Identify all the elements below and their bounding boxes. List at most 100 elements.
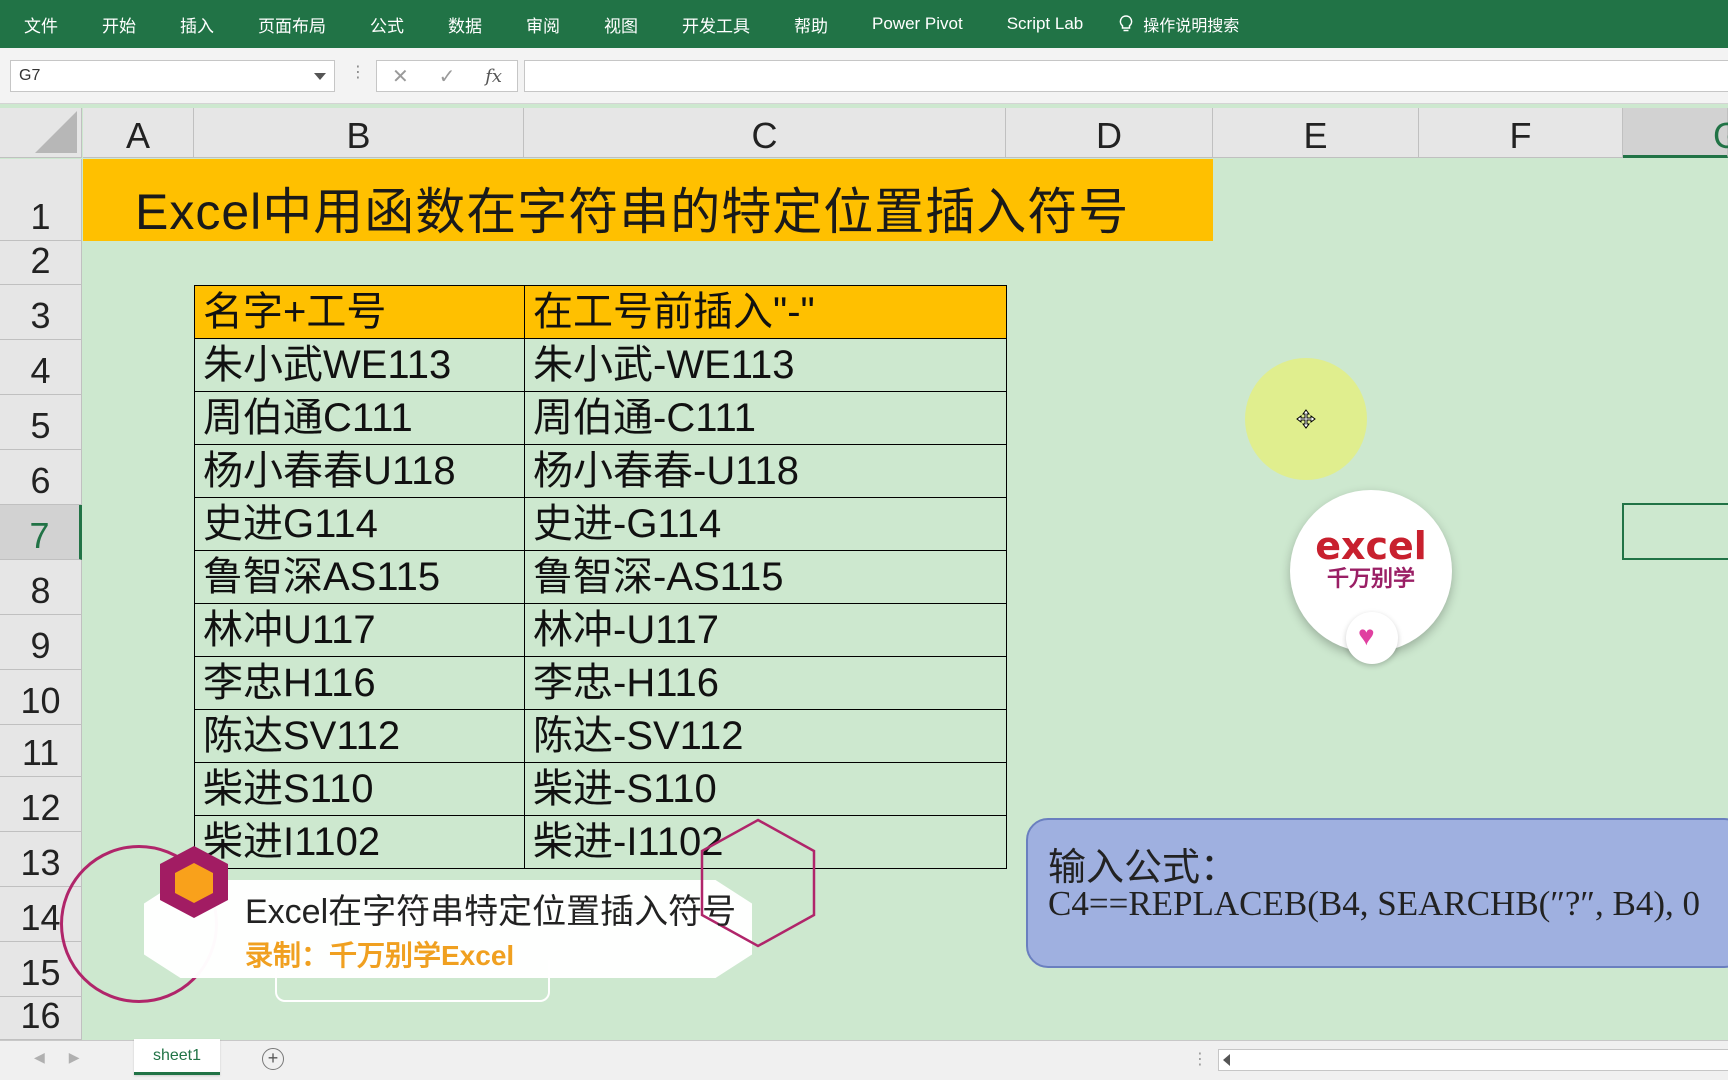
cell-b[interactable]: 柴进S110 xyxy=(194,762,525,816)
cell-b[interactable]: 柴进I1102 xyxy=(194,815,525,869)
table-row: 柴进I1102 柴进-I1102 xyxy=(194,815,1007,869)
tell-me-label: 操作说明搜索 xyxy=(1143,18,1240,35)
column-header-c[interactable]: C xyxy=(524,108,1006,158)
sheet-tab-bar: ◀▶ sheet1 + ⋮ xyxy=(0,1039,1728,1080)
table-row: 陈达SV112 陈达-SV112 xyxy=(194,709,1007,763)
splitter-handle-icon[interactable]: ⋮ xyxy=(1192,1049,1208,1069)
formula-bar: G7 ⋮ ✕ ✓ fx xyxy=(0,48,1728,104)
tab-home[interactable]: 开始 xyxy=(102,12,136,37)
table-row: 鲁智深AS115 鲁智深-AS115 xyxy=(194,550,1007,604)
table-row: 周伯通C111 周伯通-C111 xyxy=(194,391,1007,445)
row-header-11[interactable]: 11 xyxy=(0,725,82,777)
heart-badge: ♥ xyxy=(1346,612,1398,664)
table-header-row: 名字+工号 在工号前插入"-" xyxy=(194,285,1007,339)
cell-b[interactable]: 周伯通C111 xyxy=(194,391,525,445)
column-header-g[interactable]: G xyxy=(1623,108,1728,158)
cancel-icon[interactable]: ✕ xyxy=(392,64,409,89)
cell-c[interactable]: 林冲-U117 xyxy=(524,603,1007,657)
cell-c[interactable]: 史进-G114 xyxy=(524,497,1007,551)
formula-callout: 输入公式： C4==REPLACEB(B4, SEARCHB(″?″, B4),… xyxy=(1026,818,1728,968)
ribbon-tab-bar: 文件 开始 插入 页面布局 公式 数据 审阅 视图 开发工具 帮助 Power … xyxy=(0,0,1728,48)
table-row: 林冲U117 林冲-U117 xyxy=(194,603,1007,657)
scroll-left-icon[interactable] xyxy=(1223,1054,1230,1066)
tab-page-layout[interactable]: 页面布局 xyxy=(258,12,326,37)
row-header-4[interactable]: 4 xyxy=(0,340,82,395)
select-all-corner[interactable] xyxy=(0,108,82,158)
data-table: 名字+工号 在工号前插入"-" 朱小武WE113 朱小武-WE113 周伯通C11… xyxy=(194,285,1007,869)
horizontal-scrollbar[interactable] xyxy=(1218,1049,1728,1071)
column-header-f[interactable]: F xyxy=(1419,108,1623,158)
cell-c[interactable]: 杨小春春-U118 xyxy=(524,444,1007,498)
table-row: 李忠H116 李忠-H116 xyxy=(194,656,1007,710)
heart-icon: ♥ xyxy=(1358,620,1375,651)
logo-subtext: 千万别学 xyxy=(1326,566,1415,591)
chevron-down-icon[interactable] xyxy=(314,73,326,80)
cell-c[interactable]: 柴进-S110 xyxy=(524,762,1007,816)
table-row: 柴进S110 柴进-S110 xyxy=(194,762,1007,816)
move-cursor-icon xyxy=(1296,409,1316,429)
row-header-2[interactable]: 2 xyxy=(0,240,82,285)
header-cell-name-id[interactable]: 名字+工号 xyxy=(194,285,525,339)
banner-title: Excel在字符串特定位置插入符号 xyxy=(245,893,737,931)
add-sheet-icon[interactable]: + xyxy=(262,1048,284,1070)
tab-review[interactable]: 审阅 xyxy=(526,12,560,37)
tab-file[interactable]: 文件 xyxy=(24,12,58,37)
name-box-value: G7 xyxy=(19,67,41,84)
tab-data[interactable]: 数据 xyxy=(448,12,482,37)
sheet-title: Excel中用函数在字符串的特定位置插入符号 xyxy=(135,184,1130,240)
row-header-9[interactable]: 9 xyxy=(0,615,82,670)
cell-b[interactable]: 杨小春春U118 xyxy=(194,444,525,498)
column-header-d[interactable]: D xyxy=(1006,108,1213,158)
formula-input[interactable] xyxy=(524,60,1728,92)
table-row: 史进G114 史进-G114 xyxy=(194,497,1007,551)
tab-view[interactable]: 视图 xyxy=(604,12,638,37)
row-header-7[interactable]: 7 xyxy=(0,505,82,560)
check-icon[interactable]: ✓ xyxy=(439,64,456,89)
row-header-8[interactable]: 8 xyxy=(0,560,82,615)
tab-script-lab[interactable]: Script Lab xyxy=(1007,14,1084,34)
logo-text: excel xyxy=(1315,524,1427,568)
cell-c[interactable]: 鲁智深-AS115 xyxy=(524,550,1007,604)
column-header-a[interactable]: A xyxy=(83,108,194,158)
row-header-3[interactable]: 3 xyxy=(0,285,82,340)
header-cell-insert-dash[interactable]: 在工号前插入"-" xyxy=(524,285,1007,339)
row-header-16[interactable]: 16 xyxy=(0,995,82,1040)
row-header-10[interactable]: 10 xyxy=(0,670,82,725)
column-header-e[interactable]: E xyxy=(1213,108,1419,158)
lightbulb-icon xyxy=(1120,15,1133,32)
cell-c[interactable]: 周伯通-C111 xyxy=(524,391,1007,445)
cell-b[interactable]: 陈达SV112 xyxy=(194,709,525,763)
cell-b[interactable]: 史进G114 xyxy=(194,497,525,551)
row-header-6[interactable]: 6 xyxy=(0,450,82,505)
active-cell-g7[interactable] xyxy=(1622,503,1728,560)
excel-window: 文件 开始 插入 页面布局 公式 数据 审阅 视图 开发工具 帮助 Power … xyxy=(0,0,1728,1080)
row-header-12[interactable]: 12 xyxy=(0,777,82,832)
row-header-13[interactable]: 13 xyxy=(0,832,82,887)
sheet-tab-sheet1[interactable]: sheet1 xyxy=(134,1039,220,1075)
tab-insert[interactable]: 插入 xyxy=(180,12,214,37)
cell-c[interactable]: 陈达-SV112 xyxy=(524,709,1007,763)
cell-c[interactable]: 朱小武-WE113 xyxy=(524,338,1007,392)
banner-credit: 录制：千万别学Excel xyxy=(245,940,515,971)
sheet-nav-arrows-icon[interactable]: ◀▶ xyxy=(34,1049,104,1066)
tab-help[interactable]: 帮助 xyxy=(794,12,828,37)
cell-b[interactable]: 林冲U117 xyxy=(194,603,525,657)
tab-power-pivot[interactable]: Power Pivot xyxy=(872,14,963,34)
formula-buttons: ✕ ✓ fx xyxy=(376,60,518,92)
cell-b[interactable]: 鲁智深AS115 xyxy=(194,550,525,604)
cell-c[interactable]: 李忠-H116 xyxy=(524,656,1007,710)
resize-handle-icon[interactable]: ⋮ xyxy=(350,62,366,82)
column-header-b[interactable]: B xyxy=(194,108,524,158)
cell-b[interactable]: 朱小武WE113 xyxy=(194,338,525,392)
formula-text: C4==REPLACEB(B4, SEARCHB(″?″, B4), 0 xyxy=(1048,884,1701,923)
row-header-5[interactable]: 5 xyxy=(0,395,82,450)
tab-formulas[interactable]: 公式 xyxy=(370,12,404,37)
tab-developer[interactable]: 开发工具 xyxy=(682,12,750,37)
insert-function-icon[interactable]: fx xyxy=(485,66,502,87)
formula-label: 输入公式： xyxy=(1048,845,1239,889)
cell-b[interactable]: 李忠H116 xyxy=(194,656,525,710)
name-box[interactable]: G7 xyxy=(10,60,335,92)
tell-me-search[interactable]: 操作说明搜索 xyxy=(1119,12,1239,36)
table-row: 杨小春春U118 杨小春春-U118 xyxy=(194,444,1007,498)
row-header-1[interactable]: 1 xyxy=(0,159,82,241)
